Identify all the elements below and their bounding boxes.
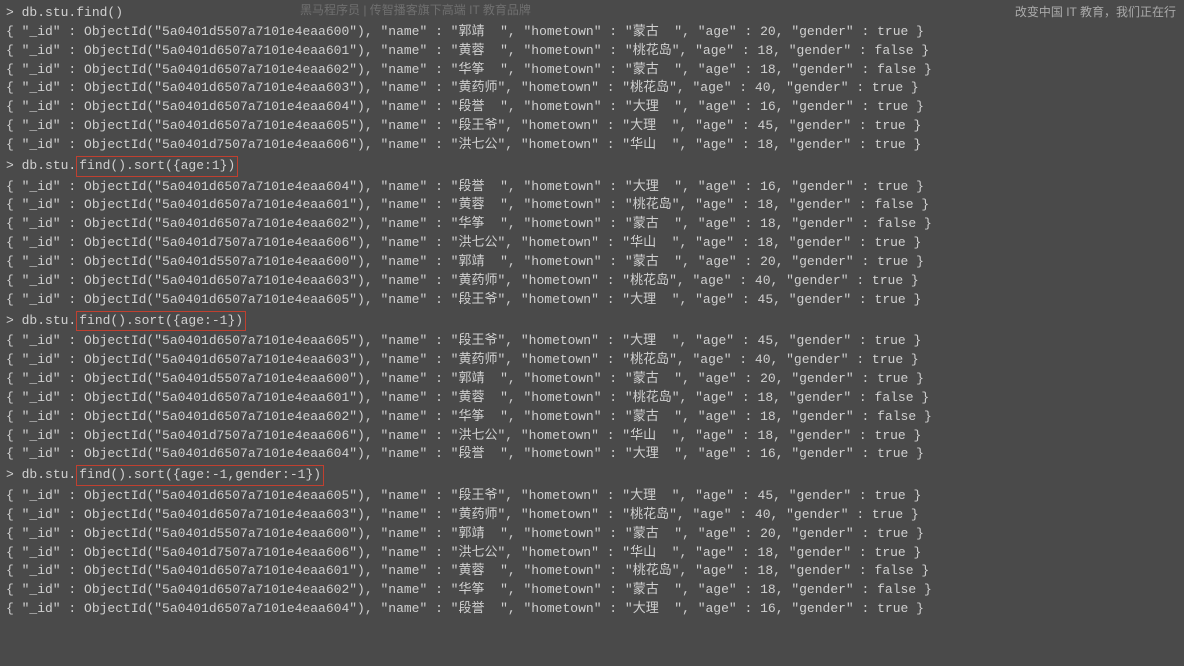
terminal-line: { "_id" : ObjectId("5a0401d7507a7101e4ea…	[6, 427, 1178, 446]
terminal-line: > db.stu.find().sort({age:-1})	[6, 310, 1178, 333]
terminal-line: { "_id" : ObjectId("5a0401d6507a7101e4ea…	[6, 42, 1178, 61]
terminal-line: { "_id" : ObjectId("5a0401d6507a7101e4ea…	[6, 98, 1178, 117]
terminal-line: { "_id" : ObjectId("5a0401d5507a7101e4ea…	[6, 525, 1178, 544]
terminal-line: { "_id" : ObjectId("5a0401d6507a7101e4ea…	[6, 79, 1178, 98]
terminal-line: { "_id" : ObjectId("5a0401d5507a7101e4ea…	[6, 23, 1178, 42]
terminal-line: { "_id" : ObjectId("5a0401d6507a7101e4ea…	[6, 272, 1178, 291]
terminal-line: { "_id" : ObjectId("5a0401d6507a7101e4ea…	[6, 408, 1178, 427]
highlighted-command: find().sort({age:-1})	[76, 311, 246, 332]
terminal-line: { "_id" : ObjectId("5a0401d6507a7101e4ea…	[6, 506, 1178, 525]
terminal-line: { "_id" : ObjectId("5a0401d7507a7101e4ea…	[6, 234, 1178, 253]
watermark-logo: 黑马程序员 | 传智播客旗下高端 IT 教育品牌	[300, 2, 531, 19]
terminal-line: { "_id" : ObjectId("5a0401d5507a7101e4ea…	[6, 253, 1178, 272]
highlighted-command: find().sort({age:1})	[76, 156, 238, 177]
terminal-line: > db.stu.find().sort({age:1})	[6, 155, 1178, 178]
terminal-line: { "_id" : ObjectId("5a0401d6507a7101e4ea…	[6, 61, 1178, 80]
terminal-line: { "_id" : ObjectId("5a0401d5507a7101e4ea…	[6, 370, 1178, 389]
terminal-line: { "_id" : ObjectId("5a0401d6507a7101e4ea…	[6, 351, 1178, 370]
terminal-line: { "_id" : ObjectId("5a0401d6507a7101e4ea…	[6, 117, 1178, 136]
terminal-line: { "_id" : ObjectId("5a0401d6507a7101e4ea…	[6, 178, 1178, 197]
terminal-line: { "_id" : ObjectId("5a0401d6507a7101e4ea…	[6, 389, 1178, 408]
terminal-line: { "_id" : ObjectId("5a0401d6507a7101e4ea…	[6, 487, 1178, 506]
terminal-line: { "_id" : ObjectId("5a0401d7507a7101e4ea…	[6, 136, 1178, 155]
terminal-line: { "_id" : ObjectId("5a0401d6507a7101e4ea…	[6, 215, 1178, 234]
watermark-text: 改变中国 IT 教育，我们正在行	[1015, 4, 1176, 21]
terminal-line: { "_id" : ObjectId("5a0401d6507a7101e4ea…	[6, 600, 1178, 619]
terminal-line: { "_id" : ObjectId("5a0401d6507a7101e4ea…	[6, 291, 1178, 310]
terminal-line: { "_id" : ObjectId("5a0401d6507a7101e4ea…	[6, 562, 1178, 581]
terminal-line: { "_id" : ObjectId("5a0401d6507a7101e4ea…	[6, 196, 1178, 215]
terminal-line: { "_id" : ObjectId("5a0401d7507a7101e4ea…	[6, 544, 1178, 563]
terminal-output: > db.stu.find(){ "_id" : ObjectId("5a040…	[6, 4, 1178, 619]
terminal-line: { "_id" : ObjectId("5a0401d6507a7101e4ea…	[6, 581, 1178, 600]
terminal-line: > db.stu.find().sort({age:-1,gender:-1})	[6, 464, 1178, 487]
terminal-line: { "_id" : ObjectId("5a0401d6507a7101e4ea…	[6, 332, 1178, 351]
highlighted-command: find().sort({age:-1,gender:-1})	[76, 465, 324, 486]
terminal-line: > db.stu.find()	[6, 4, 1178, 23]
terminal-line: { "_id" : ObjectId("5a0401d6507a7101e4ea…	[6, 445, 1178, 464]
